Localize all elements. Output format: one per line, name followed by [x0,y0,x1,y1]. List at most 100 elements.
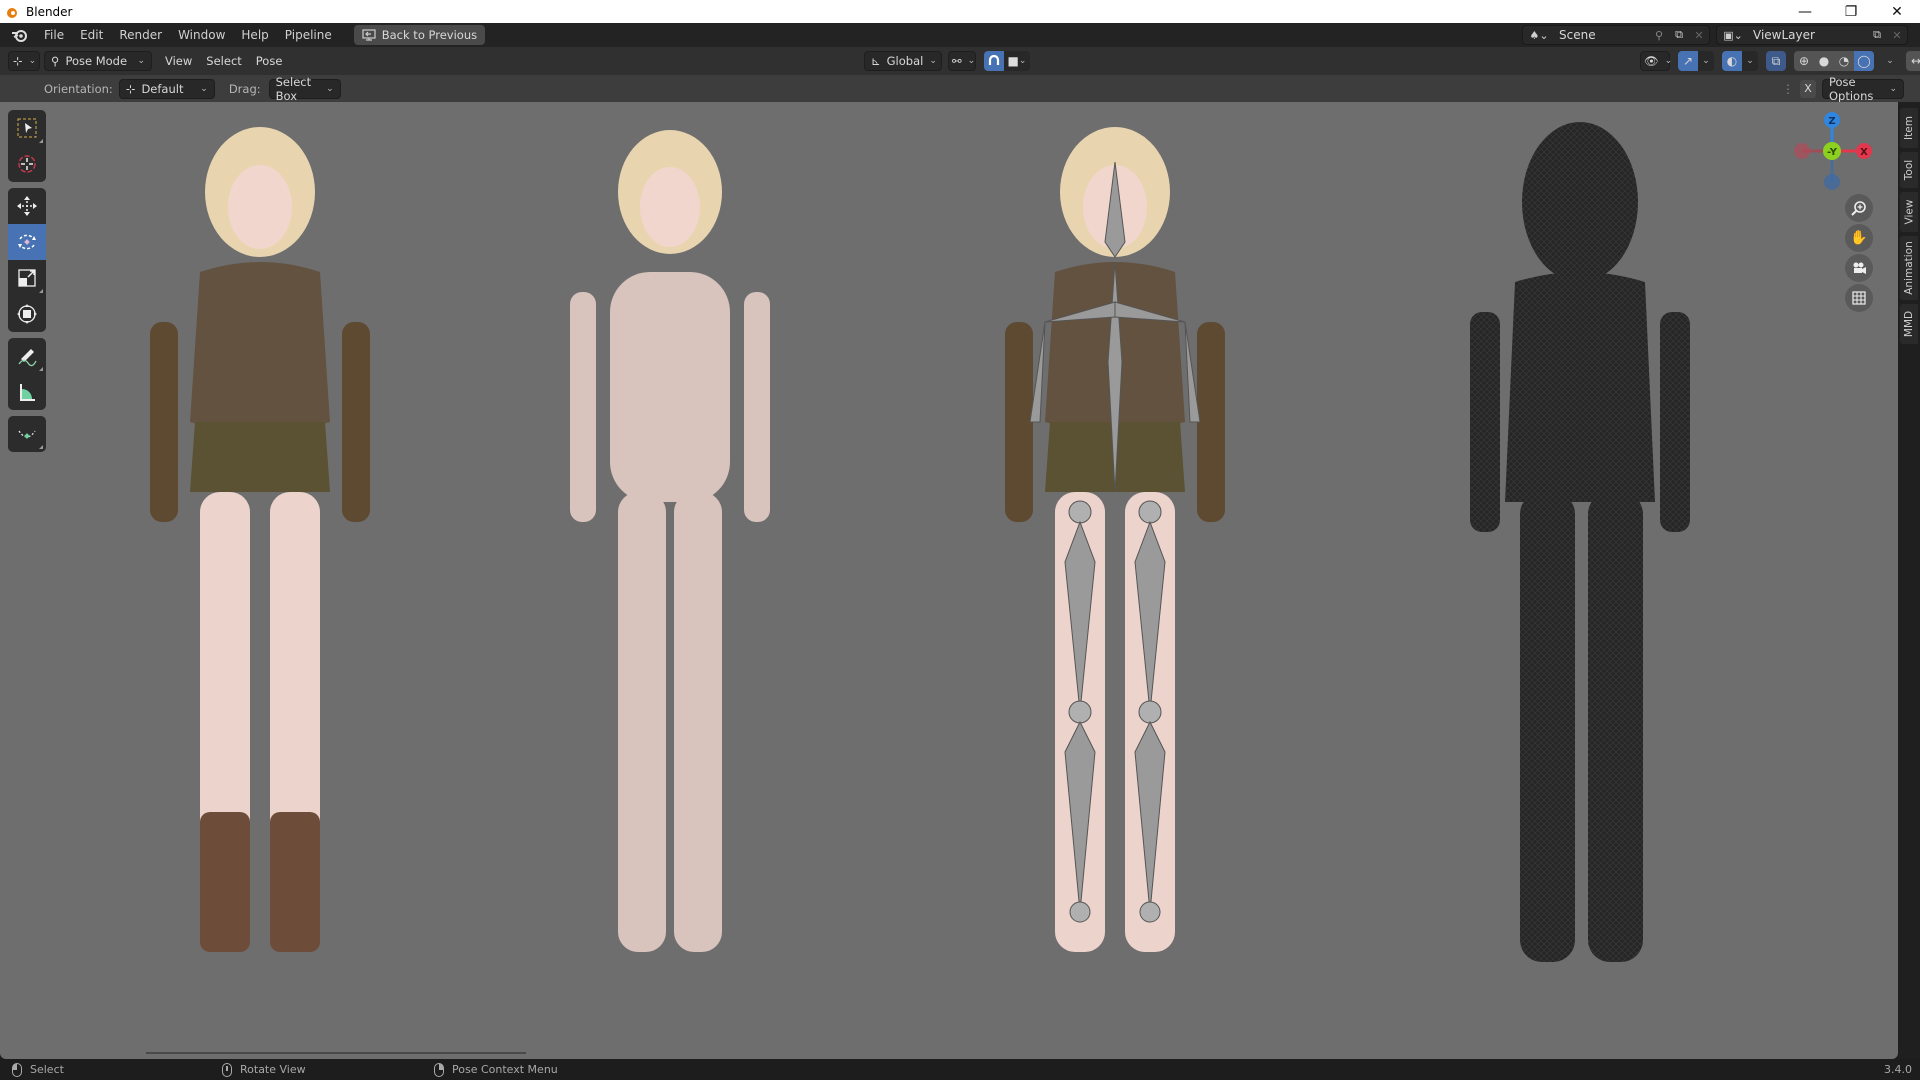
blender-app-icon [6,5,20,19]
measure-tool[interactable] [8,374,46,410]
eye-icon: 👁 [1644,54,1659,68]
drag-dropdown[interactable]: Select Box ⌄ [268,75,341,103]
top-menu-bar: File Edit Render Window Help Pipeline Ba… [0,23,1920,47]
mirror-icon: ⋮ [1782,81,1794,96]
collapse-header-icon[interactable]: ↔ [1906,51,1920,71]
menu-pose[interactable]: Pose [249,54,290,68]
navigation-gizmo[interactable]: Z X -Y [1784,102,1894,212]
viewport-header: ⊹ ⌄ ⚲ Pose Mode ⌄ View Select Pose ⊾ Glob… [0,47,1920,75]
sidebar-tab-mmd[interactable]: MMD [1900,304,1918,344]
gizmo-toggle-icon[interactable]: ↗ [1678,51,1698,71]
material-shading-icon[interactable]: ◔ [1834,51,1854,71]
rotate-tool[interactable] [8,224,46,260]
figure-character-with-armature[interactable] [980,122,1280,1042]
pivot-point-dropdown[interactable]: ⚯ ⌄ [948,51,976,71]
menu-edit[interactable]: Edit [72,25,111,45]
mouse-middle-icon [222,1062,232,1077]
menu-pipeline[interactable]: Pipeline [277,25,340,45]
mouse-left-icon [12,1062,22,1077]
annotate-tool[interactable] [8,338,46,374]
gizmo-x-label: X [1860,147,1868,158]
overlays-dropdown[interactable]: ⌄ [1742,51,1758,71]
ortho-toggle-button[interactable] [1845,284,1873,312]
figure-right-boot [270,812,320,952]
figure-character-wireframe[interactable] [1430,122,1730,1042]
shading-dropdown[interactable]: ⌄ [1882,56,1898,66]
figure-right-arm-wire [1660,312,1690,532]
transform-tool[interactable] [8,296,46,332]
mode-dropdown[interactable]: ⚲ Pose Mode ⌄ [44,51,152,71]
blender-logo-icon[interactable] [8,24,30,46]
camera-view-button[interactable] [1845,254,1873,282]
scene-selector[interactable]: ♠⌄ Scene ⚲ ⧉ ✕ [1522,25,1710,45]
menu-help[interactable]: Help [233,25,276,45]
window-titlebar: Blender — ❐ ✕ [0,0,1920,23]
snap-magnet-icon[interactable] [984,51,1004,71]
close-button[interactable]: ✕ [1874,0,1920,23]
editor-type-dropdown[interactable]: ⊹ ⌄ [8,51,40,71]
restore-button[interactable]: ❐ [1828,0,1874,23]
bone-joint-left-hip[interactable] [1068,500,1092,524]
snap-target-dropdown[interactable]: ■ ⌄ [1004,51,1030,71]
snap-cube-icon: ■ [1007,54,1019,68]
cursor-icon [18,155,36,173]
scene-selector-group: ♠⌄ Scene ⚲ ⧉ ✕ ▣⌄ ViewLayer ⧉ ✕ [1522,25,1908,45]
mouse-right-icon [434,1062,444,1077]
pin-icon[interactable]: ⚲ [1649,25,1669,45]
sidebar-tab-item[interactable]: Item [1900,108,1918,148]
new-view-layer-icon[interactable]: ⧉ [1867,25,1887,45]
delete-view-layer-icon[interactable]: ✕ [1887,25,1907,45]
pan-view-button[interactable]: ✋ [1845,224,1873,252]
sidebar-tab-tool[interactable]: Tool [1900,152,1918,188]
solid-shading-icon[interactable]: ● [1814,51,1834,71]
orientation-axes-icon: ⊾ [871,54,881,68]
cursor-tool[interactable] [8,146,46,182]
gizmo-neg-x[interactable] [1794,143,1810,159]
chevron-down-icon: ⌄ [137,56,145,66]
gizmo-neg-z[interactable] [1824,174,1840,190]
visibility-dropdown[interactable]: 👁 ⌄ [1640,51,1672,71]
bone-joint-left-ankle[interactable] [1069,901,1091,923]
mirror-x-toggle[interactable]: X [1800,79,1816,98]
figure-character-clothed[interactable] [120,122,420,1042]
bone-joint-right-ankle[interactable] [1139,901,1161,923]
transform-orientation-dropdown[interactable]: ⊾ Global ⌄ [864,51,942,71]
menu-select[interactable]: Select [199,54,248,68]
xray-toggle-icon[interactable]: ⧉ [1766,51,1786,71]
zoom-view-button[interactable] [1845,194,1873,222]
scale-tool[interactable] [8,260,46,296]
menu-window[interactable]: Window [170,25,233,45]
overlays-toggle-icon[interactable]: ◐ [1722,51,1742,71]
back-to-previous-button[interactable]: Back to Previous [353,25,486,45]
rendered-shading-icon[interactable]: ◯ [1854,51,1874,71]
sidebar-tab-animation[interactable]: Animation [1900,236,1918,300]
rotate-icon [18,234,36,250]
menu-view[interactable]: View [158,54,199,68]
bone-joint-left-knee[interactable] [1068,700,1092,724]
gizmo-dropdown[interactable]: ⌄ [1698,51,1714,71]
select-box-tool[interactable] [8,110,46,146]
minimize-button[interactable]: — [1782,0,1828,23]
snap-group: ■ ⌄ [984,51,1030,71]
figure-character-base-body[interactable] [540,122,800,1042]
delete-scene-icon[interactable]: ✕ [1689,25,1709,45]
view-layer-selector[interactable]: ▣⌄ ViewLayer ⧉ ✕ [1716,25,1908,45]
sidebar-tab-view[interactable]: View [1900,192,1918,232]
transform-icon [17,304,37,324]
relax-pose-tool[interactable] [8,416,46,452]
pose-options-dropdown[interactable]: Pose Options ⌄ [1822,75,1904,103]
menu-file[interactable]: File [36,25,72,45]
orientation-dropdown[interactable]: ⊹ Default ⌄ [118,78,215,99]
bone-joint-right-hip[interactable] [1138,500,1162,524]
figure-shorts [190,422,330,492]
horizontal-scrollbar[interactable] [146,1052,526,1054]
figure-left-arm [1005,322,1033,522]
curve-icon [18,430,36,439]
new-scene-icon[interactable]: ⧉ [1669,25,1689,45]
3d-viewport[interactable]: Z X -Y ✋ [0,102,1898,1059]
menu-render[interactable]: Render [111,25,170,45]
move-tool[interactable] [8,188,46,224]
camera-icon [1853,262,1866,274]
bone-joint-right-knee[interactable] [1138,700,1162,724]
wireframe-shading-icon[interactable]: ⊕ [1794,51,1814,71]
